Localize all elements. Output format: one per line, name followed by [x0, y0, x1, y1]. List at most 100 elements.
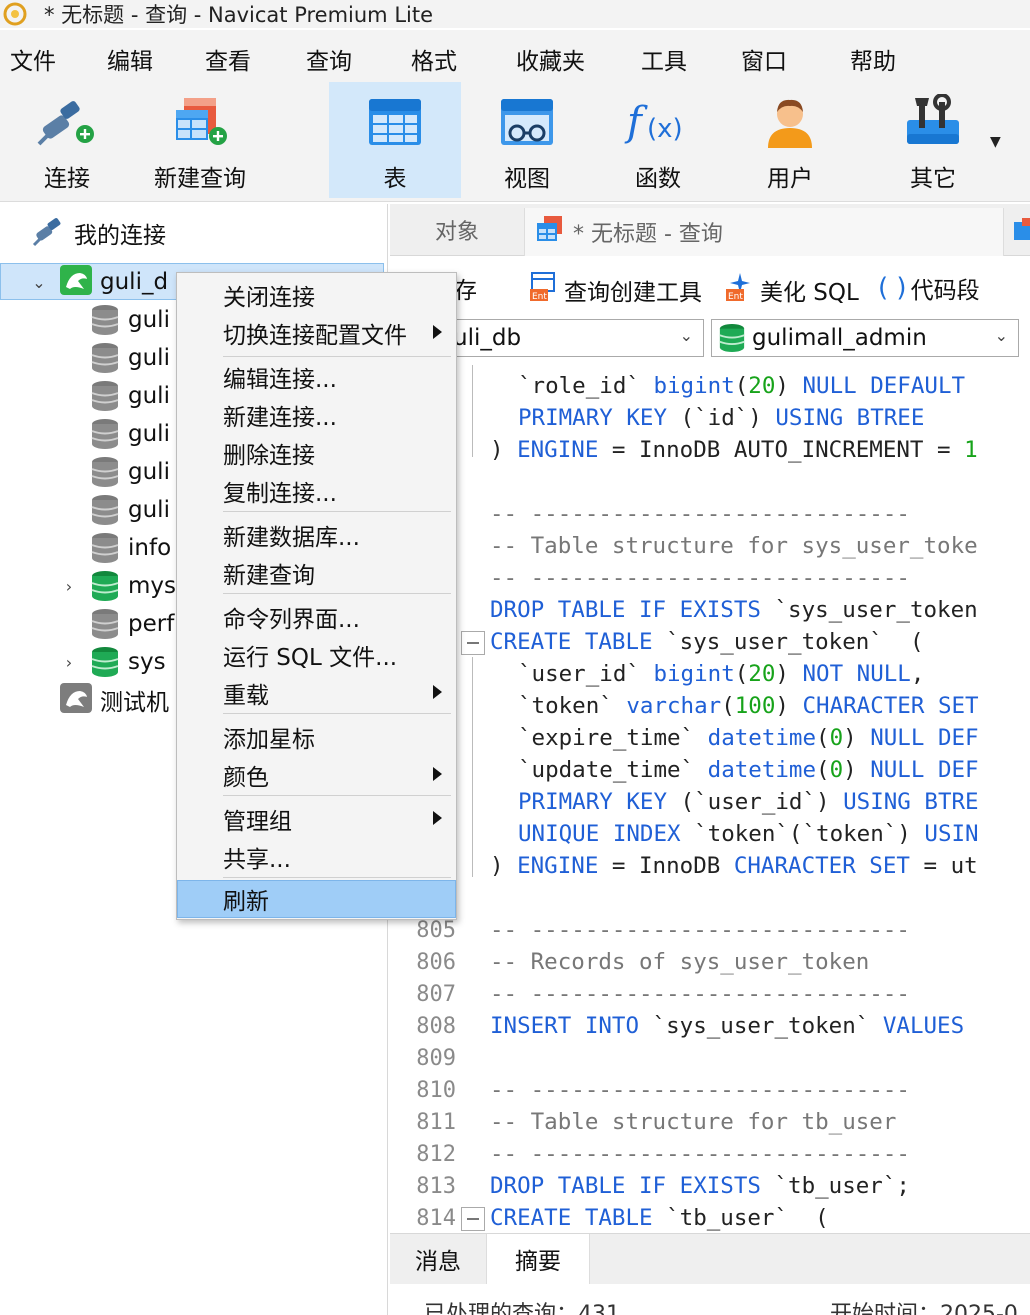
line-number: 814 — [416, 1206, 456, 1231]
menu-help[interactable]: 帮助 — [850, 42, 896, 76]
database-name: guli — [128, 383, 170, 409]
database-item[interactable]: perf — [90, 605, 174, 643]
menu-item-label: 新建连接... — [223, 405, 337, 431]
menu-refresh[interactable]: 刷新 — [177, 880, 456, 918]
database-gray-icon — [91, 609, 119, 639]
database-item[interactable]: guli — [90, 453, 170, 491]
fold-toggle-icon[interactable] — [461, 631, 485, 655]
menu-item-label: 切换连接配置文件 — [223, 323, 407, 349]
menu-reload[interactable]: 重载 — [177, 674, 456, 712]
database-item[interactable]: guli — [90, 339, 170, 377]
user-button[interactable]: 用户 — [734, 82, 846, 198]
function-button[interactable]: f (x) 函数 — [600, 82, 716, 198]
menu-favorites[interactable]: 收藏夹 — [516, 42, 585, 76]
toolbar-overflow-caret-icon[interactable]: ▼ — [990, 134, 1001, 150]
table-button[interactable]: 表 — [329, 82, 461, 198]
my-connections-header[interactable]: 我的连接 — [32, 214, 166, 252]
expand-arrow-icon[interactable]: › — [60, 577, 78, 596]
menu-format[interactable]: 格式 — [411, 42, 457, 76]
code-snippet-button[interactable]: ( ) 代码段 — [878, 271, 980, 305]
menu-separator — [223, 713, 451, 714]
menu-query[interactable]: 查询 — [306, 42, 352, 76]
tab-query[interactable]: * 无标题 - 查询 — [524, 208, 1004, 256]
database-green-icon — [719, 324, 745, 352]
menu-copy-connection[interactable]: 复制连接... — [177, 472, 456, 510]
menu-edit-connection[interactable]: 编辑连接... — [177, 358, 456, 396]
save-label: 存 — [454, 278, 477, 304]
code-line: INSERT INTO `sys_user_token` VALUES — [490, 1013, 965, 1039]
navicat-app-icon — [0, 0, 30, 28]
table-label: 表 — [383, 166, 407, 192]
menu-new-database[interactable]: 新建数据库... — [177, 516, 456, 554]
schema-select[interactable]: gulimall_admin ⌄ — [711, 319, 1019, 357]
new-query-button[interactable]: 新建查询 — [140, 82, 260, 198]
database-item[interactable]: › mys — [60, 567, 176, 605]
menu-share[interactable]: 共享... — [177, 838, 456, 876]
code-line: ) ENGINE = InnoDB AUTO_INCREMENT = 1 — [490, 437, 978, 463]
database-gray-icon — [91, 533, 119, 563]
database-item[interactable]: guli — [90, 491, 170, 529]
menu-run-sql-file[interactable]: 运行 SQL 文件... — [177, 636, 456, 674]
menu-tools[interactable]: 工具 — [641, 42, 687, 76]
connect-button[interactable]: 连接 — [10, 82, 124, 198]
tab-object[interactable]: 对象 — [390, 204, 524, 256]
database-name: sys — [128, 649, 166, 675]
menu-close-connection[interactable]: 关闭连接 — [177, 276, 456, 314]
menu-add-star[interactable]: 添加星标 — [177, 718, 456, 756]
menu-edit[interactable]: 编辑 — [107, 42, 153, 76]
menu-new-query[interactable]: 新建查询 — [177, 554, 456, 592]
database-select[interactable]: uli_db ⌄ — [448, 319, 704, 357]
view-icon — [497, 92, 557, 152]
query-tab-icon — [535, 215, 565, 249]
snippet-parentheses-icon: ( ) — [878, 273, 907, 303]
menu-command-line[interactable]: 命令列界面... — [177, 598, 456, 636]
menu-color[interactable]: 颜色 — [177, 756, 456, 794]
menu-delete-connection[interactable]: 删除连接 — [177, 434, 456, 472]
fold-line — [472, 657, 473, 877]
code-line: CREATE TABLE `tb_user` ( — [490, 1205, 829, 1231]
beautify-sql-button[interactable]: Ent 美化 SQL — [724, 271, 859, 309]
code-line: -- ---------------------------- — [490, 565, 910, 591]
tab-messages[interactable]: 消息 — [390, 1234, 486, 1284]
database-item[interactable]: info — [90, 529, 171, 567]
menu-switch-profile[interactable]: 切换连接配置文件 — [177, 314, 456, 352]
connection-test-machine[interactable]: 测试机 — [60, 681, 169, 719]
code-line: CREATE TABLE `sys_user_token` ( — [490, 629, 924, 655]
code-line: -- Records of sys_user_token — [490, 949, 870, 975]
menu-separator — [223, 356, 451, 357]
plug-icon — [35, 92, 99, 152]
code-line: -- ---------------------------- — [490, 917, 910, 943]
menu-window[interactable]: 窗口 — [741, 42, 787, 76]
menu-manage-group[interactable]: 管理组 — [177, 800, 456, 838]
other-button[interactable]: 其它 — [870, 82, 996, 198]
line-number: 808 — [416, 1014, 456, 1039]
user-icon — [762, 92, 818, 152]
database-item[interactable]: guli — [90, 377, 170, 415]
start-time-text: 开始时间：2025-0 — [830, 1302, 1018, 1315]
query-builder-button[interactable]: Ent 查询创建工具 — [528, 271, 702, 309]
next-tab-icon[interactable] — [1010, 218, 1030, 246]
mysql-connection-icon — [60, 265, 92, 299]
tab-summary[interactable]: 摘要 — [486, 1234, 590, 1284]
database-item[interactable]: › sys — [60, 643, 166, 681]
expand-arrow-icon[interactable]: › — [60, 653, 78, 672]
connect-label: 连接 — [44, 166, 90, 192]
database-item[interactable]: guli — [90, 415, 170, 453]
database-item[interactable]: guli — [90, 301, 170, 339]
menu-new-connection[interactable]: 新建连接... — [177, 396, 456, 434]
collapse-arrow-icon[interactable]: ⌄ — [30, 273, 48, 292]
connection-guli-db[interactable]: ⌄ guli_d — [30, 263, 168, 301]
save-button[interactable]: 存 — [454, 271, 477, 305]
function-icon: f (x) — [623, 92, 693, 152]
code-snippet-label: 代码段 — [910, 278, 980, 304]
menu-view[interactable]: 查看 — [205, 42, 251, 76]
database-gray-icon — [91, 305, 119, 335]
view-button[interactable]: 视图 — [470, 82, 584, 198]
fold-toggle-icon[interactable] — [461, 1207, 485, 1231]
menu-file[interactable]: 文件 — [10, 42, 56, 76]
connection-name: guli_d — [100, 269, 169, 295]
sql-editor[interactable]: 805 806 807 808 809 810 811 812 813 814 … — [390, 365, 1030, 1233]
other-label: 其它 — [910, 166, 956, 192]
menu-item-label: 管理组 — [223, 809, 292, 835]
menu-bar: 文件 编辑 查看 查询 格式 收藏夹 工具 窗口 帮助 — [0, 30, 1030, 82]
